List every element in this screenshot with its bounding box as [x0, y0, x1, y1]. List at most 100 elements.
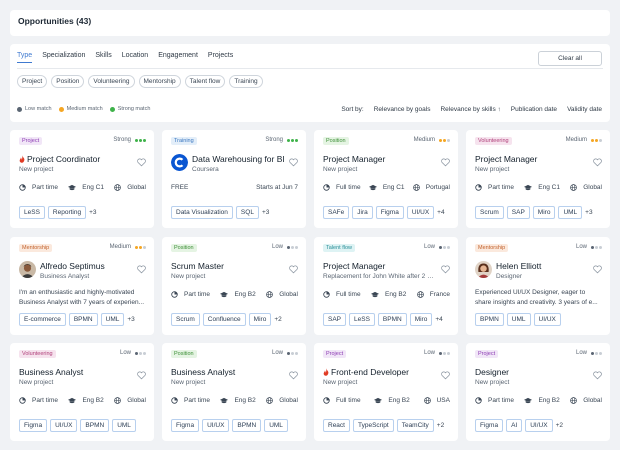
sort-relevance-goals[interactable]: Relevance by goals [374, 106, 431, 113]
heart-icon[interactable] [137, 154, 146, 167]
tab-specialization[interactable]: Specialization [42, 52, 85, 63]
card-title[interactable]: Business Analyst [19, 367, 133, 377]
opportunity-card[interactable]: Position Low Scrum Master New project Part t… [162, 237, 306, 335]
tab-projects[interactable]: Projects [208, 52, 233, 63]
skill-tag[interactable]: UI/UX [406, 206, 435, 219]
skill-tag[interactable]: UI/UX [533, 313, 561, 326]
sort-relevance-skills[interactable]: Relevance by skills ↑ [440, 106, 500, 113]
chip-training[interactable]: Training [229, 75, 263, 88]
more-tags-count[interactable]: +3 [585, 209, 592, 216]
more-tags-count[interactable]: +2 [437, 422, 444, 429]
opportunity-card[interactable]: Project Strong Project Coordinator New proj… [10, 130, 154, 228]
more-tags-count[interactable]: +2 [556, 422, 563, 429]
heart-icon[interactable] [289, 367, 298, 380]
tab-type[interactable]: Type [17, 52, 33, 63]
skill-tag[interactable]: LeSS [349, 313, 375, 326]
card-title[interactable]: Data Warehousing for BI [192, 154, 285, 164]
skill-tag[interactable]: UI/UX [202, 419, 230, 432]
skill-tag[interactable]: Reporting [47, 206, 87, 219]
tab-engagement[interactable]: Engagement [158, 52, 198, 63]
skill-tag[interactable]: BPMN [80, 419, 110, 432]
opportunity-card[interactable]: Project Low Designer New project Part time En… [466, 343, 610, 441]
tab-location[interactable]: Location [122, 52, 148, 63]
skill-tag[interactable]: Scrum [171, 313, 200, 326]
skill-tag[interactable]: TeamCity [396, 419, 434, 432]
opportunity-card[interactable]: Training Strong Data Warehousing for BI Cou… [162, 130, 306, 228]
more-tags-count[interactable]: +4 [437, 209, 444, 216]
skill-tag[interactable]: UML [558, 206, 583, 219]
skill-tag[interactable]: Miro [248, 313, 272, 326]
card-title[interactable]: Alfredo Septimus [40, 261, 133, 271]
skill-tag[interactable]: Miro [532, 206, 556, 219]
chip-project[interactable]: Project [17, 75, 48, 88]
skill-tag[interactable]: UML [264, 419, 288, 432]
skill-tag[interactable]: SAP [323, 313, 347, 326]
skill-tag[interactable]: TypeScript [352, 419, 394, 432]
skill-tag[interactable]: Figma [475, 419, 504, 432]
skill-tag[interactable]: Miro [409, 313, 433, 326]
heart-icon[interactable] [289, 154, 298, 167]
skill-tag[interactable]: Data Visualization [171, 206, 233, 219]
opportunity-card[interactable]: Volunteering Low Business Analyst New proje… [10, 343, 154, 441]
skill-tag[interactable]: UML [506, 313, 531, 326]
skill-tag[interactable]: UI/UX [525, 419, 553, 432]
chip-volunteering[interactable]: Volunteering [88, 75, 135, 88]
heart-icon[interactable] [137, 367, 146, 380]
sort-publication-date[interactable]: Publication date [511, 106, 557, 113]
heart-icon[interactable] [289, 261, 298, 274]
card-title[interactable]: Project Manager [323, 261, 437, 271]
opportunity-card[interactable]: Position Low Business Analyst New project Pa… [162, 343, 306, 441]
clear-all-button[interactable]: Clear all [538, 51, 602, 66]
skill-tag[interactable]: BPMN [68, 313, 98, 326]
heart-icon[interactable] [593, 261, 602, 274]
skill-tag[interactable]: BPMN [232, 419, 262, 432]
more-tags-count[interactable]: +3 [262, 209, 269, 216]
skill-tag[interactable]: UML [112, 419, 136, 432]
opportunity-card[interactable]: Talent flow Low Project Manager Replacement… [314, 237, 458, 335]
skill-tag[interactable]: Figma [375, 206, 404, 219]
heart-icon[interactable] [137, 261, 146, 274]
heart-icon[interactable] [441, 154, 450, 167]
card-title[interactable]: Project Manager [475, 154, 589, 164]
card-title[interactable]: Project Manager [323, 154, 437, 164]
heart-icon[interactable] [593, 367, 602, 380]
more-tags-count[interactable]: +3 [127, 316, 134, 323]
opportunity-card[interactable]: Project Low Front-end Developer New project… [314, 343, 458, 441]
skill-tag[interactable]: SQL [235, 206, 259, 219]
card-title[interactable]: Designer [475, 367, 589, 377]
more-tags-count[interactable]: +2 [274, 316, 281, 323]
opportunity-card[interactable]: Position Medium Project Manager New project… [314, 130, 458, 228]
opportunity-card[interactable]: Volunteering Medium Project Manager New pro… [466, 130, 610, 228]
tab-skills[interactable]: Skills [95, 52, 111, 63]
skill-tag[interactable]: React [323, 419, 350, 432]
skill-tag[interactable]: Confluence [202, 313, 246, 326]
skill-tag[interactable]: Jira [352, 206, 373, 219]
more-tags-count[interactable]: +4 [435, 316, 442, 323]
opportunity-card[interactable]: Mentorship Low Helen Elliott Designer Experi… [466, 237, 610, 335]
card-title[interactable]: Scrum Master [171, 261, 285, 271]
skill-tag[interactable]: AI [506, 419, 523, 432]
skill-tag[interactable]: SAFe [323, 206, 350, 219]
chip-position[interactable]: Position [51, 75, 85, 88]
heart-icon[interactable] [441, 261, 450, 274]
card-title[interactable]: Business Analyst [171, 367, 285, 377]
skill-tag[interactable]: BPMN [377, 313, 407, 326]
chip-mentorship[interactable]: Mentorship [138, 75, 181, 88]
more-tags-count[interactable]: +3 [89, 209, 96, 216]
skill-tag[interactable]: UI/UX [50, 419, 78, 432]
chip-talent-flow[interactable]: Talent flow [184, 75, 226, 88]
skill-tag[interactable]: Figma [171, 419, 200, 432]
skill-tag[interactable]: E-commerce [19, 313, 66, 326]
card-title[interactable]: Helen Elliott [496, 261, 589, 271]
skill-tag[interactable]: UML [100, 313, 125, 326]
skill-tag[interactable]: SAP [506, 206, 530, 219]
card-title[interactable]: Project Coordinator [19, 154, 133, 164]
skill-tag[interactable]: Scrum [475, 206, 504, 219]
skill-tag[interactable]: BPMN [475, 313, 504, 326]
card-title[interactable]: Front-end Developer [323, 367, 437, 377]
sort-validity-date[interactable]: Validity date [567, 106, 602, 113]
opportunity-card[interactable]: Mentorship Medium Alfredo Septimus Business… [10, 237, 154, 335]
skill-tag[interactable]: LeSS [19, 206, 45, 219]
skill-tag[interactable]: Figma [19, 419, 48, 432]
heart-icon[interactable] [593, 154, 602, 167]
